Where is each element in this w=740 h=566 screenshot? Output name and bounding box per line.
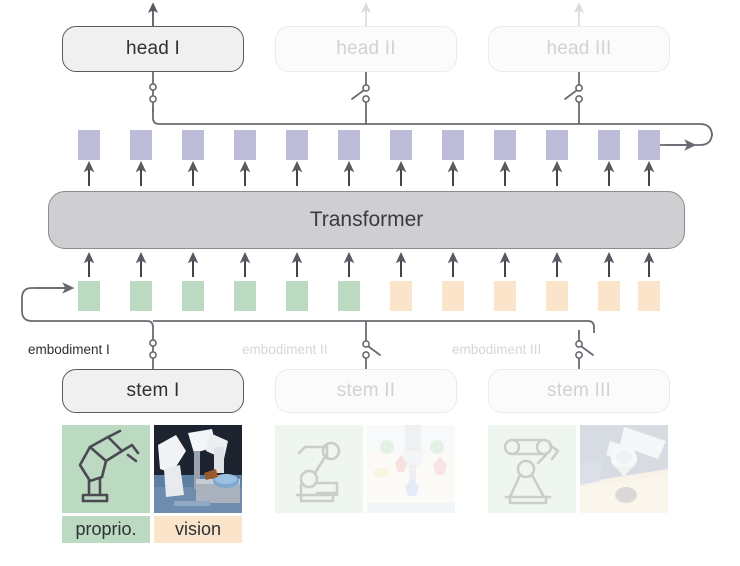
- head-label-1: head I: [125, 38, 181, 59]
- stem-label-1: stem I: [126, 380, 180, 401]
- modality-chip-vision: vision: [154, 516, 242, 543]
- transformer-to-output-arrows: [83, 160, 655, 186]
- embodiment-label-2: embodiment II: [242, 342, 328, 357]
- vision-scene-2: [367, 425, 455, 513]
- transformer-block[interactable]: Transformer: [48, 191, 685, 249]
- embodiment-switch-1-closed[interactable]: [149, 333, 157, 369]
- robot-arm-icon: [78, 429, 140, 503]
- head-box-1[interactable]: head I: [62, 26, 244, 72]
- input-token-vision: [638, 281, 660, 311]
- modality-label-vision: vision: [174, 519, 222, 539]
- input-token-proprio: [182, 281, 204, 311]
- head-switch-2-open[interactable]: [351, 72, 370, 124]
- input-token-proprio: [78, 281, 100, 311]
- embodiment-switch-3-open[interactable]: [575, 330, 594, 369]
- head-label-3: head III: [546, 38, 612, 59]
- vision-panel-1: [154, 425, 242, 513]
- head-switch-3-open[interactable]: [564, 72, 583, 124]
- transformer-label: Transformer: [309, 208, 424, 231]
- proprio-panel-1: [62, 425, 150, 513]
- output-token: [130, 130, 152, 160]
- input-token-vision: [546, 281, 568, 311]
- vision-scene-3: [580, 425, 668, 513]
- head-box-3[interactable]: head III: [488, 26, 670, 72]
- proprio-panel-2: [275, 425, 363, 513]
- robot-arm-icon-2: [295, 441, 341, 503]
- input-token-vision: [494, 281, 516, 311]
- modality-chip-proprio: proprio.: [62, 516, 150, 543]
- output-token: [494, 130, 516, 160]
- robot-arm-icon-3: [503, 438, 560, 505]
- input-token-proprio: [234, 281, 256, 311]
- input-to-transformer-arrows: [83, 251, 655, 277]
- output-token: [546, 130, 568, 160]
- output-token: [182, 130, 204, 160]
- stem-label-2: stem II: [336, 380, 396, 401]
- stem-label-3: stem III: [547, 380, 611, 401]
- input-token-vision: [390, 281, 412, 311]
- head-box-2[interactable]: head II: [275, 26, 457, 72]
- embodiment-label-1: embodiment I: [28, 342, 110, 357]
- vision-panel-2: [367, 425, 455, 513]
- head-switch-1-closed[interactable]: [149, 72, 157, 112]
- head-bus-rail: [152, 108, 675, 125]
- input-token-proprio: [130, 281, 152, 311]
- vision-scene-1: [154, 425, 242, 513]
- output-token: [598, 130, 620, 160]
- output-token: [638, 130, 660, 160]
- head-label-2: head II: [336, 38, 396, 59]
- stem-box-1[interactable]: stem I: [62, 369, 244, 413]
- output-token: [234, 130, 256, 160]
- input-token-proprio: [286, 281, 308, 311]
- stem-bus-rail-right: [153, 320, 595, 333]
- vision-panel-3: [580, 425, 668, 513]
- output-token: [78, 130, 100, 160]
- proprio-panel-3: [488, 425, 576, 513]
- input-token-proprio: [338, 281, 360, 311]
- output-loopback-wire: [665, 123, 713, 146]
- stem-box-3[interactable]: stem III: [488, 369, 670, 413]
- input-token-vision: [442, 281, 464, 311]
- stem-box-2[interactable]: stem II: [275, 369, 457, 413]
- output-token: [442, 130, 464, 160]
- modality-label-proprio: proprio.: [75, 519, 137, 539]
- embodiment-label-3: embodiment III: [452, 342, 542, 357]
- output-token: [286, 130, 308, 160]
- output-token: [390, 130, 412, 160]
- figure-canvas: head I head II head III Transformer embo…: [0, 0, 740, 566]
- output-token: [338, 130, 360, 160]
- input-token-vision: [598, 281, 620, 311]
- embodiment-switch-2-open[interactable]: [362, 321, 381, 369]
